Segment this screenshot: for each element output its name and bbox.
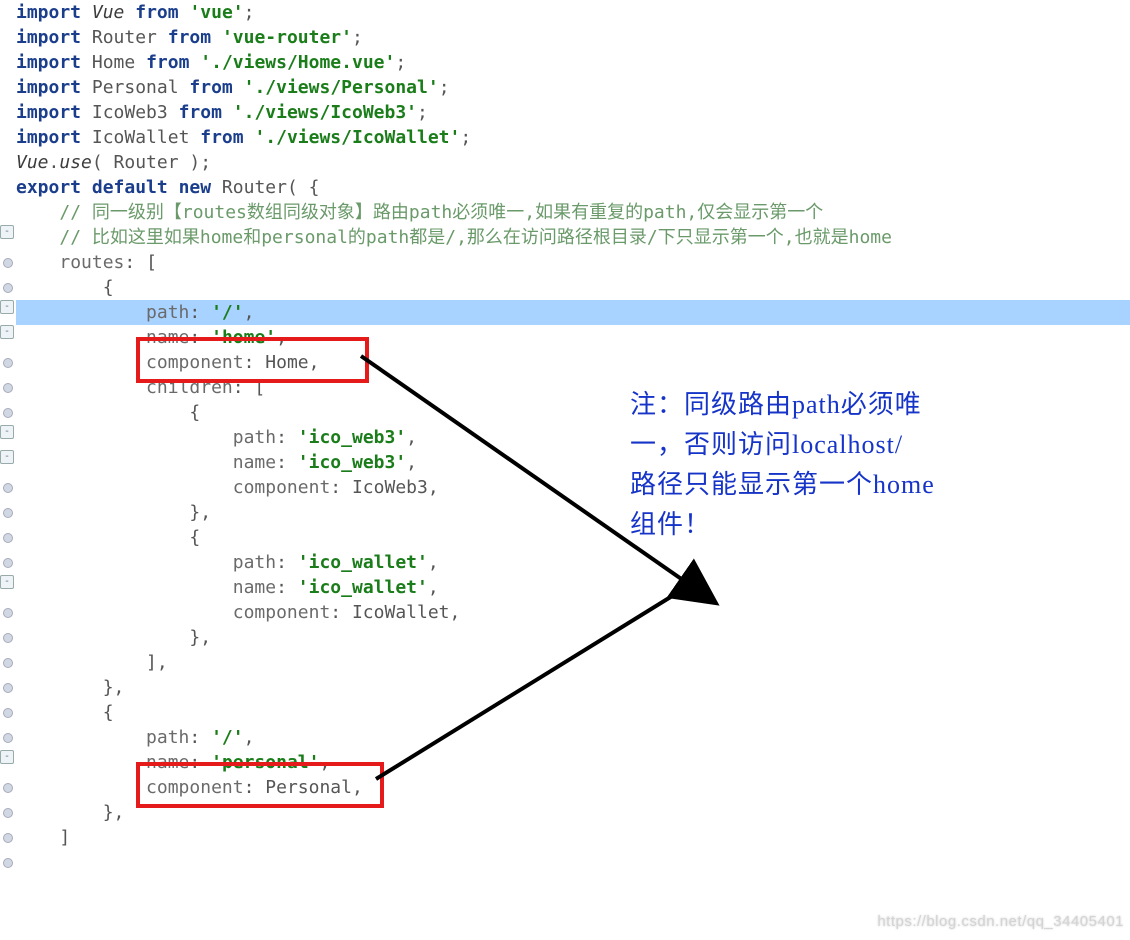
gutter-dot <box>3 608 13 618</box>
code-line: }, <box>16 800 1130 825</box>
code-line: ] <box>16 825 1130 850</box>
gutter-dot <box>3 808 13 818</box>
annotation-note-line: 一，否则访问localhost/ <box>630 425 935 465</box>
gutter-dot <box>3 283 13 293</box>
fold-marker[interactable]: - <box>0 750 14 764</box>
fold-marker[interactable]: - <box>0 225 14 239</box>
code-line: children: [ <box>16 375 1130 400</box>
code-line: { <box>16 525 1130 550</box>
code-line: import Home from './views/Home.vue'; <box>16 50 1130 75</box>
fold-marker[interactable]: - <box>0 325 14 339</box>
code-line: { <box>16 400 1130 425</box>
annotation-note-line: 注：同级路由path必须唯 <box>630 385 935 425</box>
code-line: routes: [ <box>16 250 1130 275</box>
gutter-dot <box>3 483 13 493</box>
code-line: import Router from 'vue-router'; <box>16 25 1130 50</box>
code-area[interactable]: import Vue from 'vue';import Router from… <box>16 0 1130 850</box>
code-line: // 比如这里如果home和personal的path都是/,那么在访问路径根目… <box>16 225 1130 250</box>
code-line: }, <box>16 625 1130 650</box>
gutter-dot <box>3 858 13 868</box>
code-line: component: IcoWeb3, <box>16 475 1130 500</box>
gutter-dot <box>3 408 13 418</box>
code-line: Vue.use( Router ); <box>16 150 1130 175</box>
gutter-dot <box>3 833 13 843</box>
annotation-note: 注：同级路由path必须唯一，否则访问localhost/路径只能显示第一个ho… <box>630 385 935 545</box>
code-line: }, <box>16 675 1130 700</box>
gutter-dot <box>3 733 13 743</box>
code-line: name: 'personal', <box>16 750 1130 775</box>
gutter-dot <box>3 508 13 518</box>
gutter-dot <box>3 558 13 568</box>
gutter: - - - - - - - <box>0 0 16 940</box>
gutter-dot <box>3 383 13 393</box>
annotation-note-line: 组件！ <box>630 505 935 545</box>
gutter-dot <box>3 658 13 668</box>
gutter-dot <box>3 533 13 543</box>
code-line: path: 'ico_web3', <box>16 425 1130 450</box>
fold-marker[interactable]: - <box>0 450 14 464</box>
code-line: export default new Router( { <box>16 175 1130 200</box>
code-editor: - - - - - - - import Vue from 'vue';impo… <box>0 0 1130 940</box>
gutter-dot <box>3 358 13 368</box>
gutter-dot <box>3 633 13 643</box>
code-line: { <box>16 275 1130 300</box>
annotation-note-line: 路径只能显示第一个home <box>630 465 935 505</box>
code-line: name: 'home', <box>16 325 1130 350</box>
code-line: { <box>16 700 1130 725</box>
code-line: path: 'ico_wallet', <box>16 550 1130 575</box>
code-line: name: 'ico_web3', <box>16 450 1130 475</box>
fold-marker[interactable]: - <box>0 300 14 314</box>
code-line: name: 'ico_wallet', <box>16 575 1130 600</box>
gutter-dot <box>3 783 13 793</box>
code-line: component: Home, <box>16 350 1130 375</box>
code-line: component: IcoWallet, <box>16 600 1130 625</box>
fold-marker[interactable]: - <box>0 575 14 589</box>
code-line: import Personal from './views/Personal'; <box>16 75 1130 100</box>
code-line: path: '/', <box>16 725 1130 750</box>
code-line: component: Personal, <box>16 775 1130 800</box>
gutter-dot <box>3 258 13 268</box>
fold-marker[interactable]: - <box>0 425 14 439</box>
code-line: ], <box>16 650 1130 675</box>
code-line: // 同一级别【routes数组同级对象】路由path必须唯一,如果有重复的pa… <box>16 200 1130 225</box>
gutter-dot <box>3 708 13 718</box>
code-line: import IcoWeb3 from './views/IcoWeb3'; <box>16 100 1130 125</box>
code-line: path: '/', <box>16 300 1130 325</box>
code-line: }, <box>16 500 1130 525</box>
watermark: https://blog.csdn.net/qq_34405401 <box>877 909 1124 934</box>
code-line: import IcoWallet from './views/IcoWallet… <box>16 125 1130 150</box>
code-line: import Vue from 'vue'; <box>16 0 1130 25</box>
gutter-dot <box>3 683 13 693</box>
